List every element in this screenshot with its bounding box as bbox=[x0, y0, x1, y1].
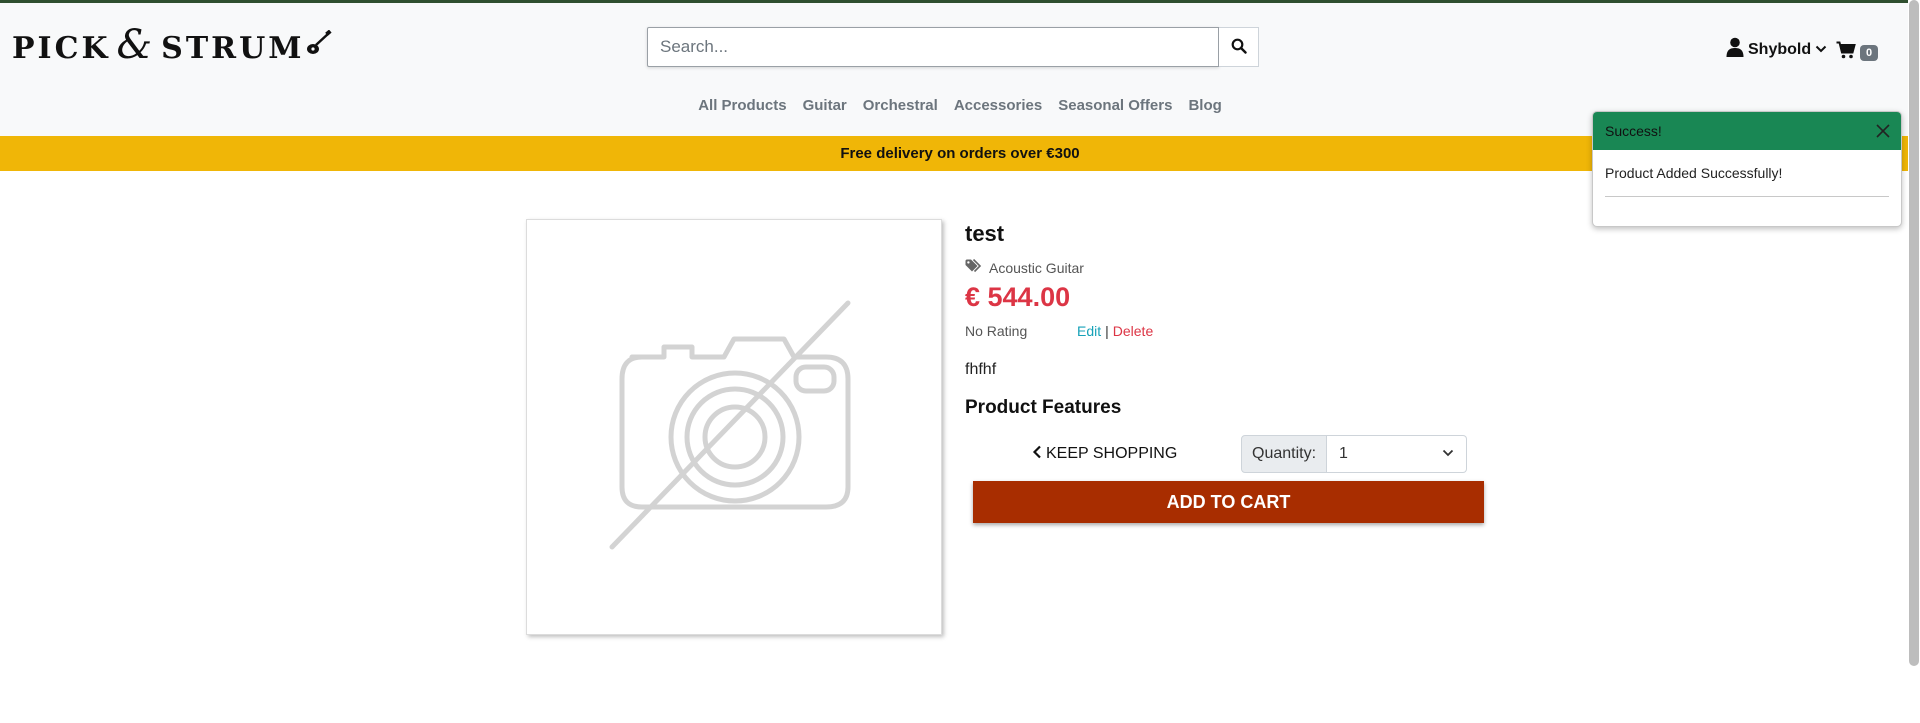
search-button[interactable] bbox=[1219, 27, 1259, 67]
toast-divider bbox=[1605, 196, 1889, 197]
cart-icon bbox=[1836, 41, 1856, 64]
quantity-select[interactable]: 1 bbox=[1327, 435, 1468, 473]
search-input[interactable] bbox=[647, 27, 1219, 67]
chevron-left-icon bbox=[1032, 445, 1042, 464]
edit-product-link[interactable]: Edit bbox=[1077, 323, 1101, 339]
product-category-label: Acoustic Guitar bbox=[989, 259, 1084, 276]
nav-seasonal-offers[interactable]: Seasonal Offers bbox=[1058, 97, 1172, 114]
nav-blog[interactable]: Blog bbox=[1188, 97, 1221, 114]
product-rating: No Rating bbox=[965, 323, 1028, 339]
cart-count-badge: 0 bbox=[1860, 44, 1879, 61]
user-icon bbox=[1726, 37, 1744, 62]
toast-title: Success! bbox=[1605, 123, 1662, 139]
delivery-banner-text: Free delivery on orders over €300 bbox=[840, 145, 1080, 162]
close-icon[interactable] bbox=[1875, 123, 1891, 139]
cart-link[interactable]: 0 bbox=[1836, 41, 1879, 64]
nav-guitar[interactable]: Guitar bbox=[803, 97, 847, 114]
quantity-value: 1 bbox=[1339, 445, 1348, 462]
product-actions: KEEP SHOPPING Quantity: 1 bbox=[965, 435, 1485, 473]
account-username: Shybold bbox=[1748, 40, 1812, 58]
nav-accessories[interactable]: Accessories bbox=[954, 97, 1042, 114]
account-menu[interactable]: Shybold bbox=[1726, 37, 1827, 62]
logo-text: PICK & STRUM bbox=[12, 22, 305, 68]
product-description: fhfhf bbox=[965, 361, 997, 378]
link-separator: | bbox=[1105, 323, 1109, 339]
toast-header: Success! bbox=[1593, 112, 1901, 150]
quantity-group: Quantity: 1 bbox=[1241, 435, 1468, 473]
keep-shopping-button[interactable]: KEEP SHOPPING bbox=[1032, 435, 1177, 473]
product-name: test bbox=[965, 221, 1005, 246]
success-toast: Success! Product Added Successfully! bbox=[1592, 111, 1902, 227]
delete-product-link[interactable]: Delete bbox=[1113, 323, 1153, 339]
add-to-cart-button[interactable]: ADD TO CART bbox=[973, 481, 1484, 523]
nav-all-products[interactable]: All Products bbox=[698, 97, 786, 114]
product-image bbox=[526, 219, 942, 635]
product-details: test Acoustic Guitar € 544.00 No Rating … bbox=[965, 219, 1485, 523]
toast-message: Product Added Successfully! bbox=[1605, 165, 1783, 181]
no-image-camera-icon bbox=[604, 295, 864, 560]
product-category[interactable]: Acoustic Guitar bbox=[965, 258, 1485, 276]
search-form bbox=[647, 27, 1259, 67]
product-price: € 544.00 bbox=[965, 282, 1071, 312]
site-logo[interactable]: PICK & STRUM bbox=[12, 22, 333, 68]
guitar-icon bbox=[306, 29, 333, 61]
nav-orchestral[interactable]: Orchestral bbox=[863, 97, 938, 114]
page-scrollbar-thumb[interactable] bbox=[1909, 0, 1919, 666]
quantity-label: Quantity: bbox=[1241, 435, 1328, 473]
keep-shopping-label: KEEP SHOPPING bbox=[1046, 445, 1178, 462]
search-icon bbox=[1231, 38, 1247, 57]
chevron-down-icon bbox=[1815, 41, 1827, 59]
tags-icon bbox=[965, 258, 983, 276]
product-features-heading: Product Features bbox=[965, 397, 1122, 418]
rating-row: No Rating Edit | Delete bbox=[965, 323, 1485, 339]
chevron-down-icon bbox=[1442, 445, 1454, 463]
